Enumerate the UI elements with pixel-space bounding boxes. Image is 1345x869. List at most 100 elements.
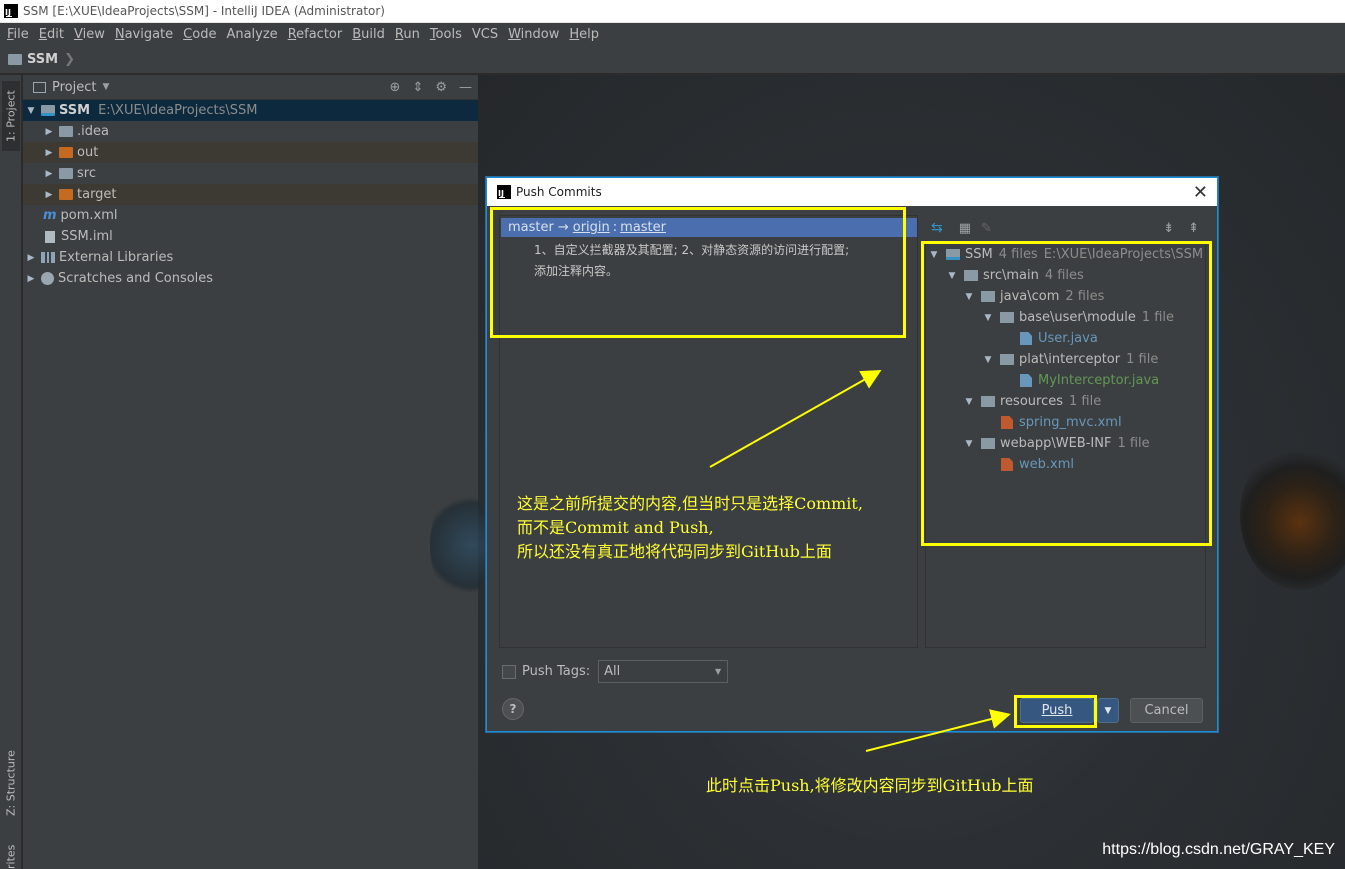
note-line: 所以还没有真正地将代码同步到GitHub上面	[517, 542, 832, 561]
tags-select[interactable]: All ▼	[598, 660, 729, 683]
maven-icon: m	[43, 208, 57, 223]
chevron-down-icon: ▼	[715, 667, 722, 676]
tree-item-external-libraries[interactable]: ▶ External Libraries	[23, 247, 478, 268]
menu-code[interactable]: Code	[178, 27, 221, 42]
item-label: SSM.iml	[61, 229, 113, 244]
scratches-icon	[41, 272, 54, 285]
collapsed-arrow-icon[interactable]: ▶	[43, 148, 55, 158]
expanded-arrow-icon[interactable]: ▼	[25, 106, 37, 116]
push-tags-label[interactable]: Push Tags:	[522, 664, 590, 679]
intellij-logo-icon: IJ	[497, 185, 511, 199]
gear-icon[interactable]: ⚙	[435, 80, 447, 95]
tags-select-value: All	[604, 664, 621, 679]
module-folder-icon	[8, 53, 22, 65]
menu-help[interactable]: Help	[564, 27, 604, 42]
item-label: .idea	[77, 124, 109, 139]
menu-run[interactable]: Run	[390, 27, 425, 42]
tree-item-src[interactable]: ▶ src	[23, 163, 478, 184]
collapsed-arrow-icon[interactable]: ▶	[43, 169, 55, 179]
root-path: E:\XUE\IdeaProjects\SSM	[98, 103, 258, 118]
navigation-bar: SSM ❯	[0, 45, 1345, 74]
folder-icon	[59, 126, 73, 137]
chevron-right-icon: ❯	[64, 51, 75, 67]
collapse-all-icon[interactable]: ⇞	[1188, 221, 1199, 236]
close-icon[interactable]: ✕	[1193, 182, 1208, 203]
menu-bar: File Edit View Navigate Code Analyze Refactor B…	[0, 23, 1345, 45]
collapse-all-icon[interactable]: ⇕	[412, 80, 423, 95]
menu-window[interactable]: Window	[503, 27, 564, 42]
module-folder-icon	[41, 105, 55, 116]
minimize-icon[interactable]: —	[459, 80, 472, 95]
item-label: pom.xml	[60, 208, 118, 223]
iml-file-icon	[45, 230, 55, 243]
dialog-title-bar: IJ Push Commits ✕	[487, 178, 1217, 206]
cancel-button[interactable]: Cancel	[1130, 698, 1203, 723]
collapsed-arrow-icon[interactable]: ▶	[25, 274, 37, 284]
tab-project[interactable]: 1: Project	[2, 81, 20, 151]
project-tree: ▼ SSM E:\XUE\IdeaProjects\SSM ▶ .idea ▶ …	[23, 100, 478, 289]
tree-item-iml[interactable]: SSM.iml	[23, 226, 478, 247]
tool-window-stripe: 1: Project Z: Structure rites	[0, 75, 22, 869]
note-line: 这是之前所提交的内容,但当时只是选择Commit,	[517, 494, 863, 513]
push-tags-row: Push Tags: All ▼	[502, 660, 729, 683]
collapsed-arrow-icon[interactable]: ▶	[25, 253, 37, 263]
root-name: SSM	[59, 103, 91, 118]
menu-view[interactable]: View	[69, 27, 110, 42]
tree-item-pom[interactable]: m pom.xml	[23, 205, 478, 226]
tree-item-target[interactable]: ▶ target	[23, 184, 478, 205]
menu-file[interactable]: File	[2, 27, 34, 42]
item-label: Scratches and Consoles	[58, 271, 214, 286]
window-title: SSM [E:\XUE\IdeaProjects\SSM] - IntelliJ…	[23, 4, 385, 18]
locate-icon[interactable]: ⊕	[390, 80, 401, 95]
push-options-dropdown[interactable]: ▼	[1097, 698, 1119, 723]
item-label: External Libraries	[59, 250, 174, 265]
tree-item-idea[interactable]: ▶ .idea	[23, 121, 478, 142]
collapsed-arrow-icon[interactable]: ▶	[43, 190, 55, 200]
menu-refactor[interactable]: Refactor	[283, 27, 348, 42]
tree-item-scratches[interactable]: ▶ Scratches and Consoles	[23, 268, 478, 289]
project-tool-window: Project ▼ ⊕ ⇕ ⚙ — ▼ SSM E:\XUE\IdeaProje…	[23, 75, 478, 869]
nav-project-name[interactable]: SSM	[27, 52, 58, 67]
item-label: target	[77, 187, 117, 202]
tree-root-ssm[interactable]: ▼ SSM E:\XUE\IdeaProjects\SSM	[23, 100, 478, 121]
tab-favorites[interactable]: rites	[2, 845, 20, 869]
edit-icon[interactable]: ✎	[981, 221, 992, 236]
dialog-title: Push Commits	[516, 185, 602, 199]
excluded-folder-icon	[59, 147, 73, 158]
tab-structure[interactable]: Z: Structure	[2, 743, 20, 823]
project-view-selector[interactable]: Project	[52, 80, 96, 95]
annotation-note-2: 此时点击Push,将修改内容同步到GitHub上面	[706, 776, 1034, 795]
folder-icon	[59, 168, 73, 179]
highlight-commit-box	[490, 207, 906, 338]
menu-tools[interactable]: Tools	[425, 27, 467, 42]
tree-item-out[interactable]: ▶ out	[23, 142, 478, 163]
window-title-bar: IJ SSM [E:\XUE\IdeaProjects\SSM] - Intel…	[0, 0, 1345, 23]
menu-edit[interactable]: Edit	[34, 27, 69, 42]
note-line: 而不是Commit and Push,	[517, 518, 714, 537]
background-decoration	[430, 490, 490, 600]
chevron-down-icon[interactable]: ▼	[102, 82, 109, 92]
push-tags-checkbox[interactable]	[502, 664, 516, 679]
help-button[interactable]: ?	[502, 698, 524, 720]
collapsed-arrow-icon[interactable]: ▶	[43, 127, 55, 137]
item-label: out	[77, 145, 99, 160]
expand-all-icon[interactable]: ⇟	[1163, 221, 1174, 236]
excluded-folder-icon	[59, 189, 73, 200]
highlight-push-box	[1014, 695, 1097, 728]
menu-vcs[interactable]: VCS	[467, 27, 503, 42]
chevron-down-icon: ▼	[1104, 705, 1112, 716]
menu-navigate[interactable]: Navigate	[110, 27, 178, 42]
watermark: https://blog.csdn.net/GRAY_KEY	[1102, 841, 1335, 858]
library-icon	[41, 252, 55, 263]
changes-toolbar: ⇆ ▦ ✎ ⇟ ⇞	[927, 215, 1207, 241]
menu-build[interactable]: Build	[347, 27, 390, 42]
panel-icon	[33, 81, 46, 93]
diff-icon[interactable]: ⇆	[931, 220, 943, 236]
menu-analyze[interactable]: Analyze	[221, 27, 282, 42]
intellij-logo-icon: IJ	[4, 4, 18, 18]
item-label: src	[77, 166, 96, 181]
annotation-note-1: 这是之前所提交的内容,但当时只是选择Commit, 而不是Commit and …	[517, 492, 863, 564]
highlight-files-box	[921, 241, 1212, 546]
project-panel-header: Project ▼ ⊕ ⇕ ⚙ —	[23, 75, 478, 100]
group-by-icon[interactable]: ▦	[959, 221, 971, 236]
